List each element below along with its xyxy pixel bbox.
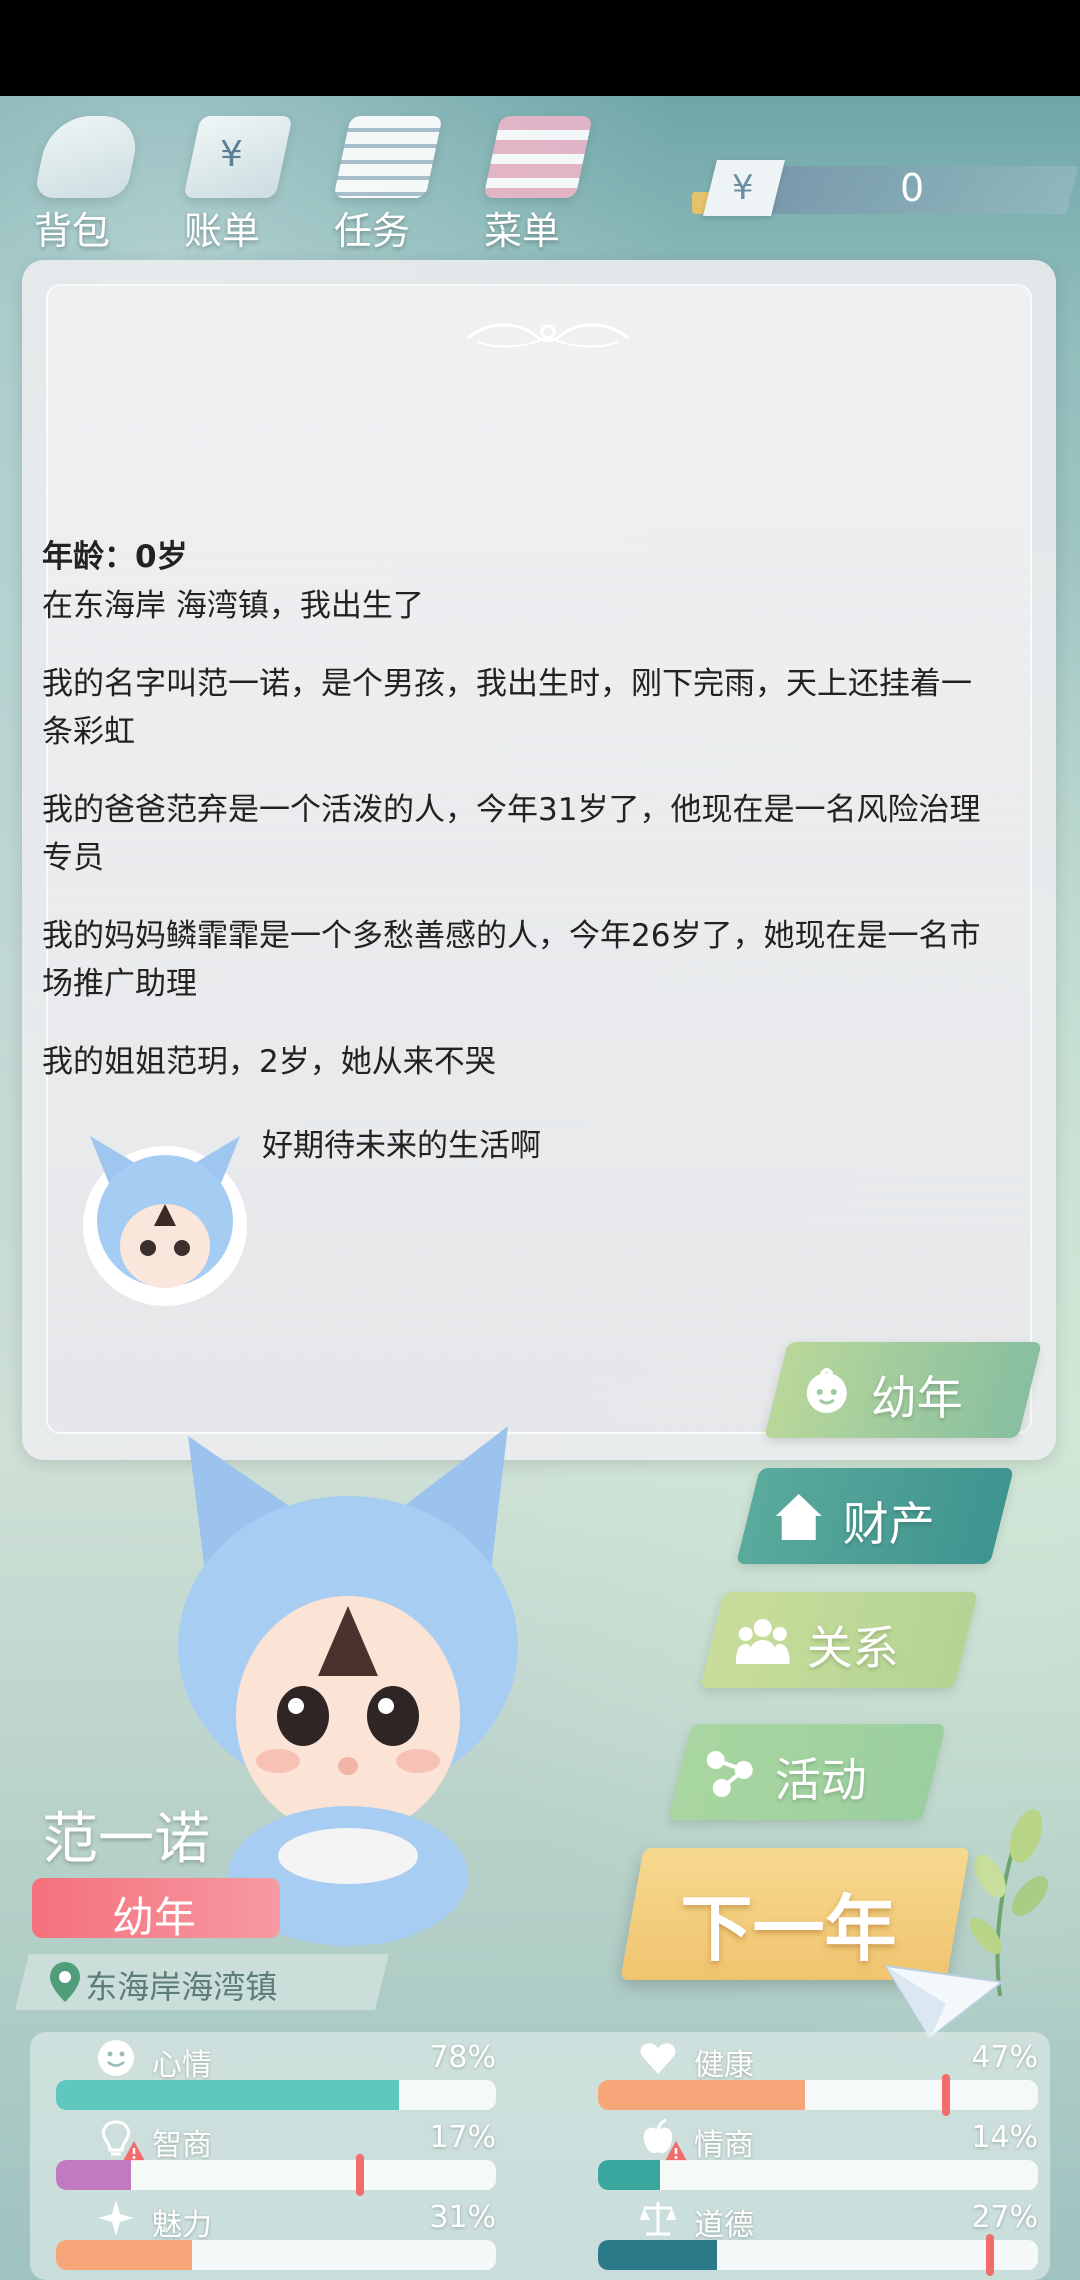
bag-button[interactable]: 背包: [14, 108, 144, 253]
activity-icon: [706, 1751, 753, 1797]
assets-button[interactable]: 财产: [736, 1468, 1014, 1564]
stat-fill: [598, 2080, 805, 2110]
heart-icon: [640, 2043, 676, 2074]
story-paragraph: 在东海岸 海湾镇，我出生了: [42, 588, 424, 624]
life-stage-badge: 幼年: [32, 1878, 280, 1942]
money-display: ¥ 0: [692, 160, 1078, 216]
money-amount: 0: [900, 166, 925, 210]
activities-button[interactable]: 活动: [668, 1724, 946, 1820]
stat-eq: 情商 14%: [598, 2118, 1038, 2196]
task-label: 任务: [334, 209, 411, 253]
stat-health: 健康 47%: [598, 2038, 1038, 2116]
location-text: 东海岸海湾镇: [85, 1968, 278, 2006]
stats-panel: 心情 78% 健康 47% 智商 17% 情商 14% 魅力 31% 道德 27…: [30, 2032, 1050, 2280]
people-icon: [735, 1619, 790, 1664]
avatar-sticker: [83, 1136, 247, 1306]
menu-button[interactable]: 菜单: [464, 108, 594, 253]
stat-fill: [56, 2160, 131, 2190]
menu-label: 菜单: [484, 209, 561, 253]
stat-iq: 智商 17%: [56, 2118, 496, 2196]
story-closing: 好期待未来的生活啊: [262, 1128, 541, 1164]
story-paragraph: 我的姐姐范玥，2岁，她从来不哭: [42, 1044, 496, 1080]
activities-button-label: 活动: [774, 1753, 867, 1807]
bag-label: 背包: [34, 209, 111, 253]
location-tag: 东海岸海湾镇: [15, 1954, 389, 2010]
story-paragraph: 我的爸爸范弃是一个活泼的人，今年31岁了，他现在是一名风险治理专员: [42, 792, 981, 876]
stat-mood: 心情 78%: [56, 2038, 496, 2116]
paper-plane-icon: [884, 1964, 1004, 2040]
stat-fill: [598, 2160, 660, 2190]
location-pin-icon: [50, 1962, 80, 2002]
next-year-label: 下一年: [680, 1887, 897, 1971]
bag-icon: [33, 116, 143, 198]
scale-icon: [640, 2202, 676, 2236]
story-paragraph: 我的名字叫范一诺，是个男孩，我出生时，刚下完雨，天上还挂着一条彩虹: [42, 666, 972, 750]
age-line: 年龄：0岁: [42, 539, 188, 575]
stat-warning-marker: [941, 2074, 950, 2116]
baby-icon: [806, 1368, 847, 1413]
story-paragraph: 我的妈妈鳞霏霏是一个多愁善感的人，今年26岁了，她现在是一名市场推广助理: [42, 918, 981, 1002]
stat-fill: [56, 2240, 193, 2270]
top-toolbar: 背包 ¥ 账单 任务 菜单 ¥ 0: [0, 96, 1080, 256]
stat-warning-marker: [985, 2234, 994, 2276]
warning-icon: [123, 2141, 145, 2161]
relations-button-label: 关系: [806, 1621, 899, 1675]
sparkle-icon: [98, 2200, 134, 2236]
warning-icon: [665, 2141, 687, 2161]
stat-charm: 魅力 31%: [56, 2198, 496, 2276]
story-text: 年龄：0岁 在东海岸 海湾镇，我出生了 我的名字叫范一诺，是个男孩，我出生时，刚…: [42, 532, 1002, 1086]
game-scene: 背包 ¥ 账单 任务 菜单 ¥ 0 年龄：0岁 在东海岸 海湾镇，我出生了 我的…: [0, 96, 1080, 2280]
bill-button[interactable]: ¥ 账单: [164, 108, 294, 253]
stage-button-label: 幼年: [870, 1371, 963, 1425]
status-bar: [0, 0, 1080, 96]
house-icon: [775, 1494, 822, 1540]
task-icon: [333, 116, 443, 198]
menu-icon: [483, 116, 593, 198]
ornament-icon: [467, 323, 629, 348]
stat-fill: [598, 2240, 717, 2270]
yen-icon: ¥: [703, 160, 785, 216]
stat-fill: [56, 2080, 400, 2110]
stage-button[interactable]: 幼年: [764, 1342, 1042, 1438]
assets-button-label: 财产: [842, 1497, 935, 1551]
stat-morality: 道德 27%: [598, 2198, 1038, 2276]
bill-label: 账单: [184, 209, 261, 253]
task-button[interactable]: 任务: [314, 108, 444, 253]
smile-icon: [98, 2040, 134, 2076]
life-stage-label: 幼年: [112, 1893, 197, 1942]
relations-button[interactable]: 关系: [700, 1592, 978, 1688]
stat-warning-marker: [355, 2154, 364, 2196]
character-name: 范一诺: [42, 1807, 210, 1872]
